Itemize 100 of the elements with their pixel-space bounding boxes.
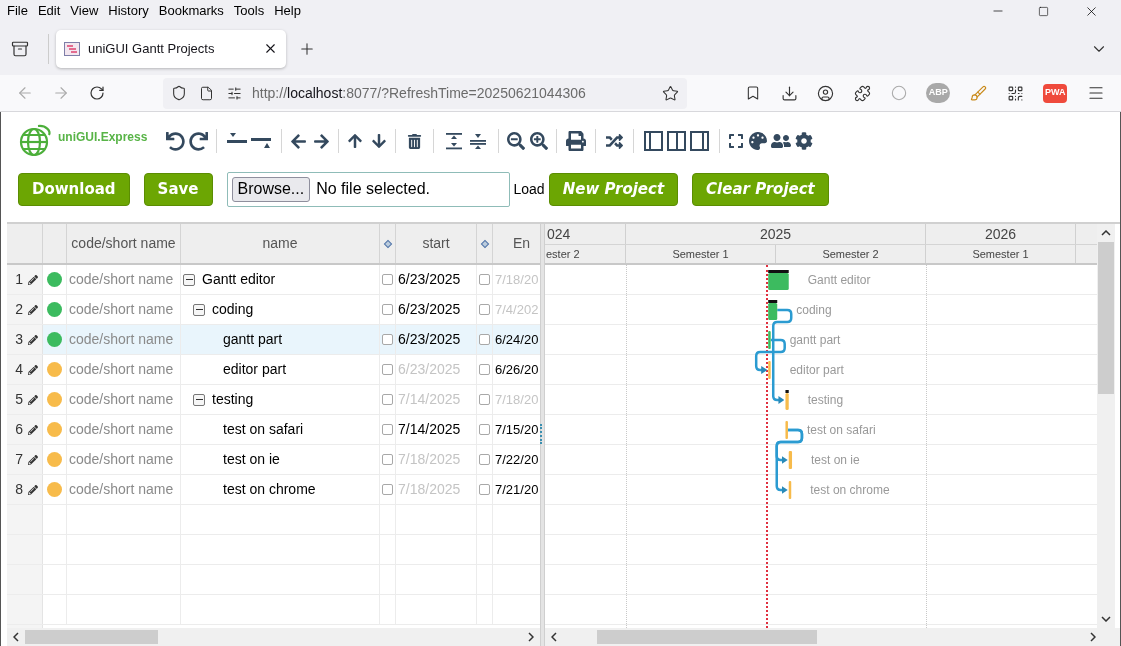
address-bar[interactable]: http://localhost:8077/?RefreshTime=20250621044306 [163, 77, 687, 109]
permissions-icon[interactable] [227, 85, 242, 101]
collapse-toggle[interactable] [193, 303, 205, 316]
expand-rows-icon[interactable] [445, 132, 463, 150]
shield-icon[interactable] [171, 85, 187, 101]
tab-list-icon[interactable] [11, 39, 29, 58]
menu-item[interactable]: History [106, 1, 151, 21]
bookmark-star-icon[interactable] [662, 84, 679, 102]
edit-icon[interactable] [28, 304, 38, 315]
summary-bar[interactable] [768, 300, 778, 320]
extensions-icon[interactable] [853, 84, 871, 102]
browse-button[interactable]: Browse... [231, 176, 311, 202]
menu-item[interactable]: Bookmarks [156, 1, 226, 21]
checkbox[interactable] [382, 424, 393, 435]
file-input[interactable]: Browse... No file selected. [226, 171, 510, 207]
checkbox[interactable] [479, 364, 490, 375]
checkbox[interactable] [382, 484, 393, 495]
grid-row[interactable]: 2 code/short name coding 6/23/2025 7/4/202 [7, 295, 540, 325]
edit-icon[interactable] [28, 484, 38, 495]
delete-icon[interactable] [407, 133, 422, 149]
checkbox[interactable] [382, 454, 393, 465]
collapse-rows-icon[interactable] [469, 132, 487, 150]
grid-row[interactable]: 8 code/short name test on chrome 7/18/2025 7/21/20 [7, 475, 540, 505]
checkbox[interactable] [382, 304, 393, 315]
checkbox[interactable] [479, 274, 490, 285]
grid-row[interactable]: 5 code/short name testing 7/14/2025 7/18/20 [7, 385, 540, 415]
right-panel-icon[interactable] [690, 131, 709, 151]
arrow-down-icon[interactable] [371, 133, 387, 149]
scrollbar-thumb[interactable] [1098, 242, 1114, 394]
arrow-left-icon[interactable] [290, 132, 307, 150]
dependency-arrow[interactable] [775, 428, 804, 494]
checkbox[interactable] [479, 304, 490, 315]
checkbox[interactable] [382, 364, 393, 375]
grid-row[interactable]: 3 code/short name gantt part 6/23/2025 6/24/20 [7, 325, 540, 355]
print-icon[interactable] [566, 131, 586, 151]
scrollbar-thumb[interactable] [597, 630, 817, 644]
summary-bar[interactable] [768, 270, 789, 290]
column-header[interactable]: code/short name [67, 224, 181, 263]
bar-label: test on safari [806, 424, 876, 436]
settings-icon[interactable] [795, 132, 813, 150]
qr-code-icon[interactable] [1006, 84, 1024, 102]
menu-item[interactable]: Edit [35, 1, 63, 21]
account-icon[interactable] [817, 84, 835, 102]
table-cell-text: code/short name [69, 270, 174, 289]
edit-icon[interactable] [28, 364, 38, 375]
table-cell-text: test on chrome [223, 480, 316, 499]
palette-icon[interactable] [749, 132, 767, 150]
page-icon[interactable] [199, 85, 214, 101]
scrollbar-thumb[interactable] [25, 630, 158, 644]
edit-icon[interactable] [28, 274, 38, 285]
browser-tab[interactable]: uniGUI Gantt Projects [56, 29, 286, 68]
zoom-out-icon[interactable] [507, 132, 525, 150]
summary-bar[interactable] [785, 390, 789, 410]
table-cell-text: gantt part [223, 330, 283, 349]
splitter-handle[interactable] [540, 424, 543, 444]
checkbox[interactable] [479, 334, 490, 345]
checkbox[interactable] [479, 454, 490, 465]
shuffle-icon[interactable] [606, 132, 623, 150]
users-icon[interactable] [771, 131, 791, 151]
menu-item[interactable]: Help [272, 1, 303, 21]
fullscreen-icon[interactable] [728, 133, 744, 149]
column-header[interactable]: En [493, 224, 540, 263]
arrow-right-icon[interactable] [313, 132, 330, 150]
edit-icon[interactable] [28, 394, 38, 405]
menu-item[interactable]: Tools [231, 1, 267, 21]
table-cell-text: code/short name [69, 330, 174, 349]
split-panel-icon[interactable] [667, 131, 686, 151]
edit-icon[interactable] [28, 334, 38, 345]
redo-icon[interactable] [189, 131, 208, 151]
close-tab-icon[interactable] [263, 41, 278, 56]
reload-icon[interactable] [89, 85, 105, 101]
column-header[interactable]: name [181, 224, 380, 263]
table-cell-text: code/short name [69, 360, 174, 379]
collapse-toggle[interactable] [183, 273, 195, 286]
undo-icon[interactable] [166, 131, 185, 151]
edit-icon[interactable] [28, 424, 38, 435]
pwa-badge[interactable]: PWA [1043, 83, 1068, 103]
maximize-icon[interactable] [1038, 5, 1049, 17]
grid-row[interactable]: 4 code/short name editor part 6/23/2025 6/26/20 [7, 355, 540, 385]
checkbox[interactable] [479, 424, 490, 435]
checkbox[interactable] [382, 274, 393, 285]
checkbox[interactable] [479, 484, 490, 495]
download-icon[interactable] [780, 84, 798, 102]
dependency-arrow[interactable] [754, 338, 786, 374]
collapse-toggle[interactable] [193, 393, 205, 406]
checkbox[interactable] [479, 394, 490, 405]
column-header[interactable]: start [396, 224, 477, 263]
menu-icon[interactable] [1087, 84, 1106, 102]
checkbox[interactable] [382, 394, 393, 405]
arrow-up-icon[interactable] [347, 133, 363, 149]
zoom-in-icon[interactable] [530, 132, 548, 150]
grid-row[interactable]: 7 code/short name test on ie 7/18/2025 7/22/20 [7, 445, 540, 475]
edit-icon[interactable] [28, 454, 38, 465]
grid-row[interactable]: 6 code/short name test on safari 7/14/2025 7/15/20 [7, 415, 540, 445]
brush-icon[interactable] [969, 84, 987, 102]
menu-item[interactable]: View [68, 1, 101, 21]
left-panel-icon[interactable] [644, 131, 663, 151]
menu-item[interactable]: File [5, 1, 30, 21]
grid-row[interactable]: 1 code/short name Gantt editor 6/23/2025 7/18/20 [7, 265, 540, 295]
checkbox[interactable] [382, 334, 393, 345]
